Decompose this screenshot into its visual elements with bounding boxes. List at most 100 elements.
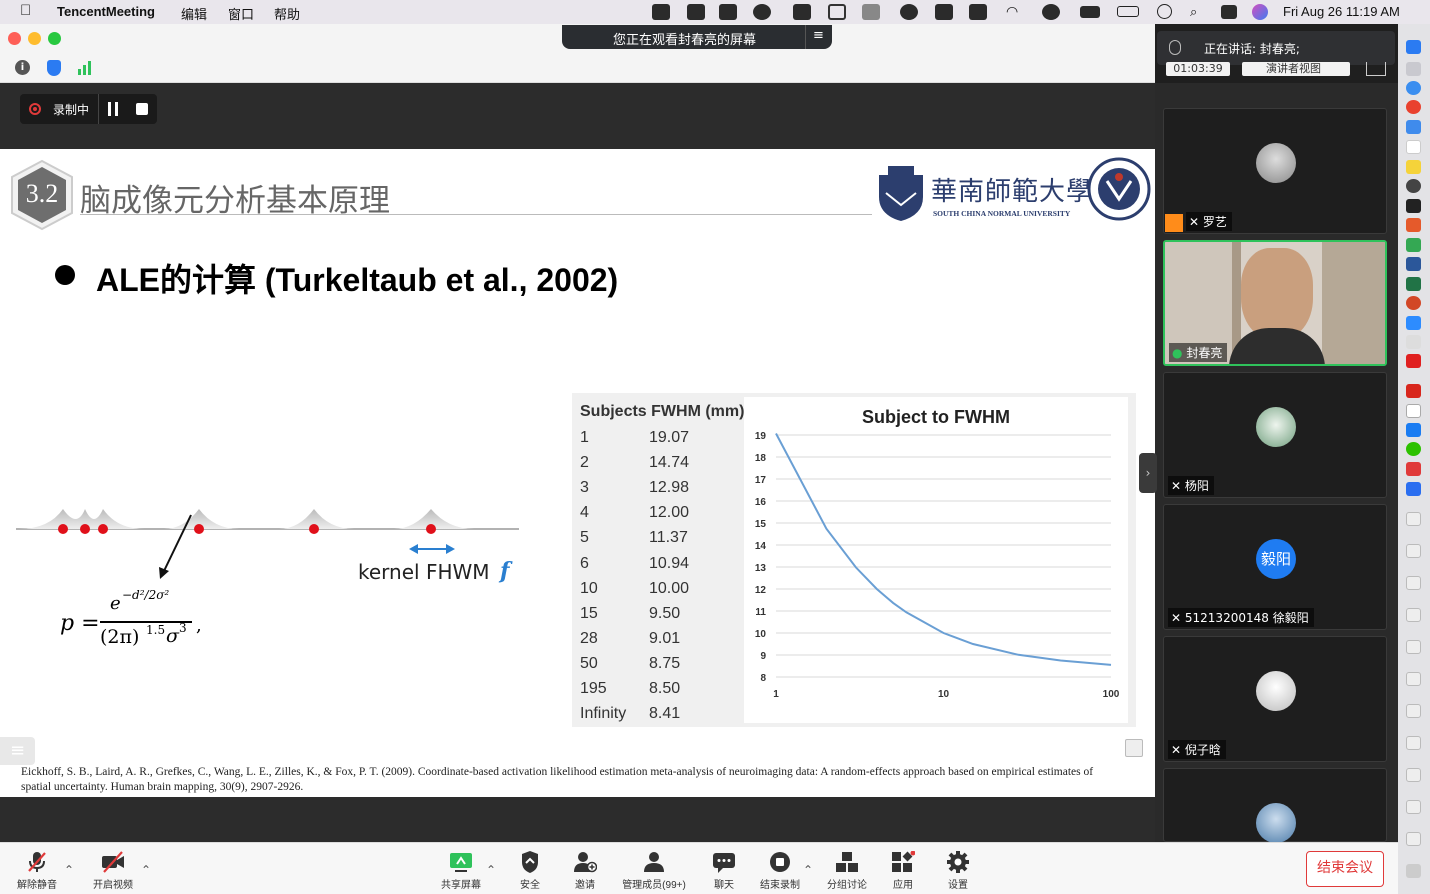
document-icon[interactable] bbox=[1406, 608, 1421, 622]
settings-button[interactable]: 设置 bbox=[923, 851, 993, 891]
manage-participants-button[interactable]: 管理成员(99+) bbox=[612, 851, 696, 891]
stop-recording-button[interactable] bbox=[136, 103, 148, 115]
document-icon[interactable] bbox=[1406, 544, 1421, 558]
acrobat-icon[interactable] bbox=[1406, 384, 1421, 398]
spotlight-search-icon[interactable]: ⌕ bbox=[1190, 4, 1197, 20]
unmute-button[interactable]: 解除静音 bbox=[2, 851, 72, 891]
document-icon[interactable] bbox=[1406, 768, 1421, 782]
list-icon: ≡ bbox=[9, 740, 26, 761]
participant-tile[interactable]: ✕ 罗艺 bbox=[1163, 108, 1387, 234]
menu-edit[interactable]: 编辑 bbox=[181, 4, 207, 23]
table-row: 2 14.74 bbox=[580, 454, 740, 476]
collapse-panel-button[interactable]: › bbox=[1139, 453, 1157, 493]
x-tick-label: 100 bbox=[1103, 689, 1120, 700]
siri-icon[interactable] bbox=[1252, 4, 1268, 20]
wifi-icon[interactable]: ◠ bbox=[1006, 3, 1018, 20]
window-minimize-button[interactable] bbox=[28, 32, 41, 45]
excel-icon[interactable] bbox=[1406, 277, 1421, 291]
user-icon[interactable] bbox=[1157, 4, 1172, 19]
clock[interactable]: Fri Aug 26 11:19 AM bbox=[1283, 4, 1400, 19]
mail-icon[interactable] bbox=[1406, 120, 1421, 134]
terminal-icon[interactable] bbox=[1406, 199, 1421, 213]
status-app-icon[interactable] bbox=[687, 4, 705, 20]
app-icon[interactable] bbox=[1406, 462, 1421, 476]
slide-outline-button[interactable]: ≡ bbox=[0, 737, 35, 765]
app-icon[interactable] bbox=[1406, 179, 1421, 193]
word-icon[interactable] bbox=[1406, 257, 1421, 271]
document-icon[interactable] bbox=[1406, 576, 1421, 590]
notes-icon[interactable] bbox=[1406, 160, 1421, 174]
input-icon[interactable] bbox=[1406, 404, 1421, 418]
participant-tile[interactable]: ✕ 倪子晗 bbox=[1163, 636, 1387, 762]
powerpoint-icon[interactable] bbox=[1406, 296, 1421, 310]
window-close-button[interactable] bbox=[8, 32, 21, 45]
view-mode-select[interactable]: 演讲者视图 bbox=[1242, 62, 1350, 76]
status-app-icon[interactable] bbox=[969, 4, 987, 20]
battery-icon[interactable] bbox=[1117, 6, 1139, 17]
document-icon[interactable] bbox=[1406, 832, 1421, 846]
participant-tile[interactable] bbox=[1163, 768, 1387, 843]
app-menu[interactable]: TencentMeeting bbox=[57, 4, 155, 19]
end-meeting-button[interactable]: 结束会议 bbox=[1306, 851, 1384, 887]
shield-icon[interactable] bbox=[47, 60, 61, 76]
app-icon[interactable] bbox=[1406, 218, 1421, 232]
university-name-en: SOUTH CHINA NORMAL UNIVERSITY bbox=[933, 209, 1071, 218]
tencent-meeting-icon[interactable] bbox=[1406, 423, 1421, 437]
document-icon[interactable] bbox=[1406, 704, 1421, 718]
shared-slide: 3.2 脑成像元分析基本原理 華南師範大學 SOUTH CHINA NORMAL… bbox=[0, 149, 1155, 797]
finder-icon[interactable] bbox=[1406, 40, 1421, 54]
app-icon[interactable] bbox=[1406, 335, 1421, 349]
shield-icon bbox=[522, 851, 538, 873]
title-underline bbox=[80, 214, 872, 215]
participant-name: ✕ 倪子晗 bbox=[1168, 740, 1226, 759]
participant-tile[interactable]: ✕ 杨阳 bbox=[1163, 372, 1387, 498]
document-icon[interactable] bbox=[1406, 512, 1421, 526]
participant-name: ✕ 罗艺 bbox=[1186, 212, 1232, 231]
status-app-icon[interactable] bbox=[862, 4, 880, 20]
control-center-icon[interactable] bbox=[1221, 5, 1237, 19]
status-app-icon[interactable] bbox=[935, 4, 953, 20]
pause-recording-button[interactable] bbox=[106, 102, 120, 116]
menu-help[interactable]: 帮助 bbox=[274, 4, 300, 23]
launchpad-icon[interactable] bbox=[1406, 62, 1421, 76]
video-options-chevron-icon[interactable]: ⌃ bbox=[141, 863, 151, 877]
status-app-icon[interactable] bbox=[719, 4, 737, 20]
status-app-icon[interactable] bbox=[793, 4, 811, 20]
app-icon[interactable] bbox=[1406, 354, 1421, 368]
input-method-icon[interactable] bbox=[652, 4, 670, 20]
table-row: 4 12.00 bbox=[580, 504, 740, 526]
document-icon[interactable] bbox=[1406, 736, 1421, 750]
status-app-icon[interactable] bbox=[1042, 4, 1060, 20]
participant-tile-active-speaker[interactable]: ● 封春亮 bbox=[1163, 240, 1387, 366]
menu-window[interactable]: 窗口 bbox=[228, 4, 254, 23]
slide-notes-icon[interactable] bbox=[1125, 739, 1143, 757]
wechat-icon[interactable] bbox=[1406, 442, 1421, 456]
safari-icon[interactable] bbox=[1406, 81, 1421, 95]
window-zoom-button[interactable] bbox=[48, 32, 61, 45]
zoom-icon[interactable] bbox=[1406, 316, 1421, 330]
app-icon[interactable] bbox=[1406, 482, 1421, 496]
trash-icon[interactable] bbox=[1406, 864, 1421, 878]
table-cell-fwhm: 8.41 bbox=[649, 705, 681, 723]
status-app-icon[interactable] bbox=[753, 4, 771, 20]
status-app-icon[interactable] bbox=[828, 4, 846, 20]
app-icon[interactable] bbox=[1406, 238, 1421, 252]
document-icon[interactable] bbox=[1406, 640, 1421, 654]
apple-icon[interactable]:  bbox=[20, 2, 31, 19]
fullscreen-icon[interactable] bbox=[1366, 62, 1386, 76]
invite-button[interactable]: 邀请 bbox=[550, 851, 620, 891]
banner-menu-icon[interactable]: ≡ bbox=[813, 28, 824, 43]
divider bbox=[805, 25, 806, 49]
info-icon[interactable]: i bbox=[15, 60, 30, 75]
participant-tile[interactable]: 毅阳 ✕ 51213200148 徐毅阳 bbox=[1163, 504, 1387, 630]
signal-stats-icon[interactable] bbox=[78, 60, 94, 75]
start-video-button[interactable]: 开启视频 bbox=[78, 851, 148, 891]
document-icon[interactable] bbox=[1406, 800, 1421, 814]
add-user-icon bbox=[574, 852, 597, 873]
wechat-icon[interactable] bbox=[900, 4, 918, 20]
chrome-icon[interactable] bbox=[1406, 100, 1421, 114]
status-app-icon[interactable] bbox=[1080, 6, 1100, 18]
audio-options-chevron-icon[interactable]: ⌃ bbox=[64, 863, 74, 877]
document-icon[interactable] bbox=[1406, 672, 1421, 686]
calendar-icon[interactable] bbox=[1406, 140, 1421, 154]
